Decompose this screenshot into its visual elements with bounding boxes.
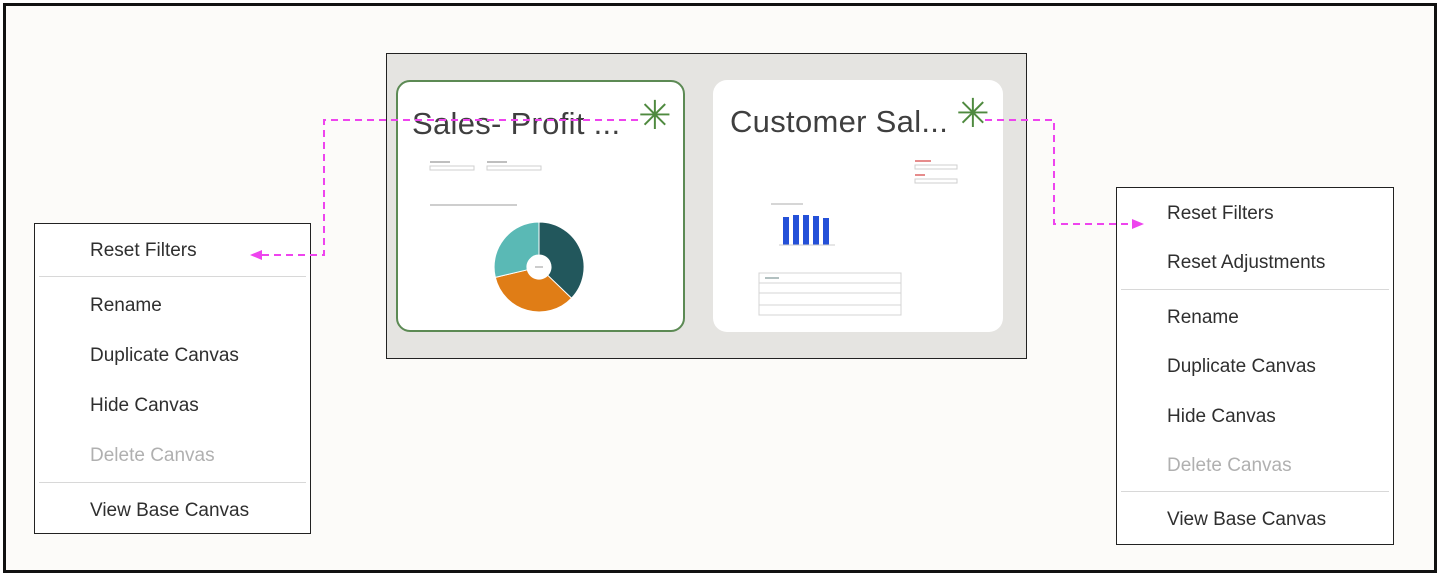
menu-item-delete-canvas: Delete Canvas bbox=[90, 445, 215, 466]
menu-item-rename[interactable]: Rename bbox=[1167, 307, 1239, 329]
context-menu-right: Reset Filters Reset Adjustments Rename D… bbox=[1116, 187, 1394, 545]
canvas-thumbnail-donut bbox=[429, 161, 585, 313]
donut-chart-thumb bbox=[493, 221, 585, 313]
bar-chart-thumb bbox=[783, 215, 829, 245]
menu-item-rename[interactable]: Rename bbox=[90, 295, 162, 317]
menu-divider bbox=[39, 276, 306, 277]
canvas-title: Customer Sal... bbox=[730, 104, 949, 139]
menu-item-hide-canvas[interactable]: Hide Canvas bbox=[1167, 406, 1276, 428]
menu-divider bbox=[1121, 289, 1389, 290]
asterisk-icon: ✳ bbox=[638, 93, 672, 139]
canvas-title: Sales- Profit ... bbox=[412, 106, 621, 141]
menu-item-view-base-canvas[interactable]: View Base Canvas bbox=[1167, 509, 1326, 531]
context-menu-left: Reset Filters Rename Duplicate Canvas Hi… bbox=[34, 223, 311, 534]
menu-item-reset-filters[interactable]: Reset Filters bbox=[90, 240, 197, 262]
menu-item-reset-filters[interactable]: Reset Filters bbox=[1167, 203, 1274, 225]
canvas-card-sales-profit[interactable]: Sales- Profit ... ✳ bbox=[396, 80, 685, 332]
canvas-thumbnail-bars bbox=[758, 160, 958, 316]
menu-divider bbox=[39, 482, 306, 483]
menu-item-reset-adjustments[interactable]: Reset Adjustments bbox=[1167, 252, 1325, 274]
menu-item-delete-canvas: Delete Canvas bbox=[1167, 455, 1292, 476]
menu-item-hide-canvas[interactable]: Hide Canvas bbox=[90, 395, 199, 417]
canvas-card-customer-sales[interactable]: Customer Sal... ✳ bbox=[713, 80, 1003, 332]
menu-divider bbox=[1121, 491, 1389, 492]
table-thumb bbox=[758, 272, 902, 316]
filter-control-thumb bbox=[429, 161, 542, 171]
menu-item-duplicate-canvas[interactable]: Duplicate Canvas bbox=[90, 345, 239, 367]
menu-item-duplicate-canvas[interactable]: Duplicate Canvas bbox=[1167, 356, 1316, 378]
menu-item-view-base-canvas[interactable]: View Base Canvas bbox=[90, 500, 249, 522]
filter-control-thumb bbox=[914, 160, 958, 184]
asterisk-icon: ✳ bbox=[956, 91, 990, 137]
